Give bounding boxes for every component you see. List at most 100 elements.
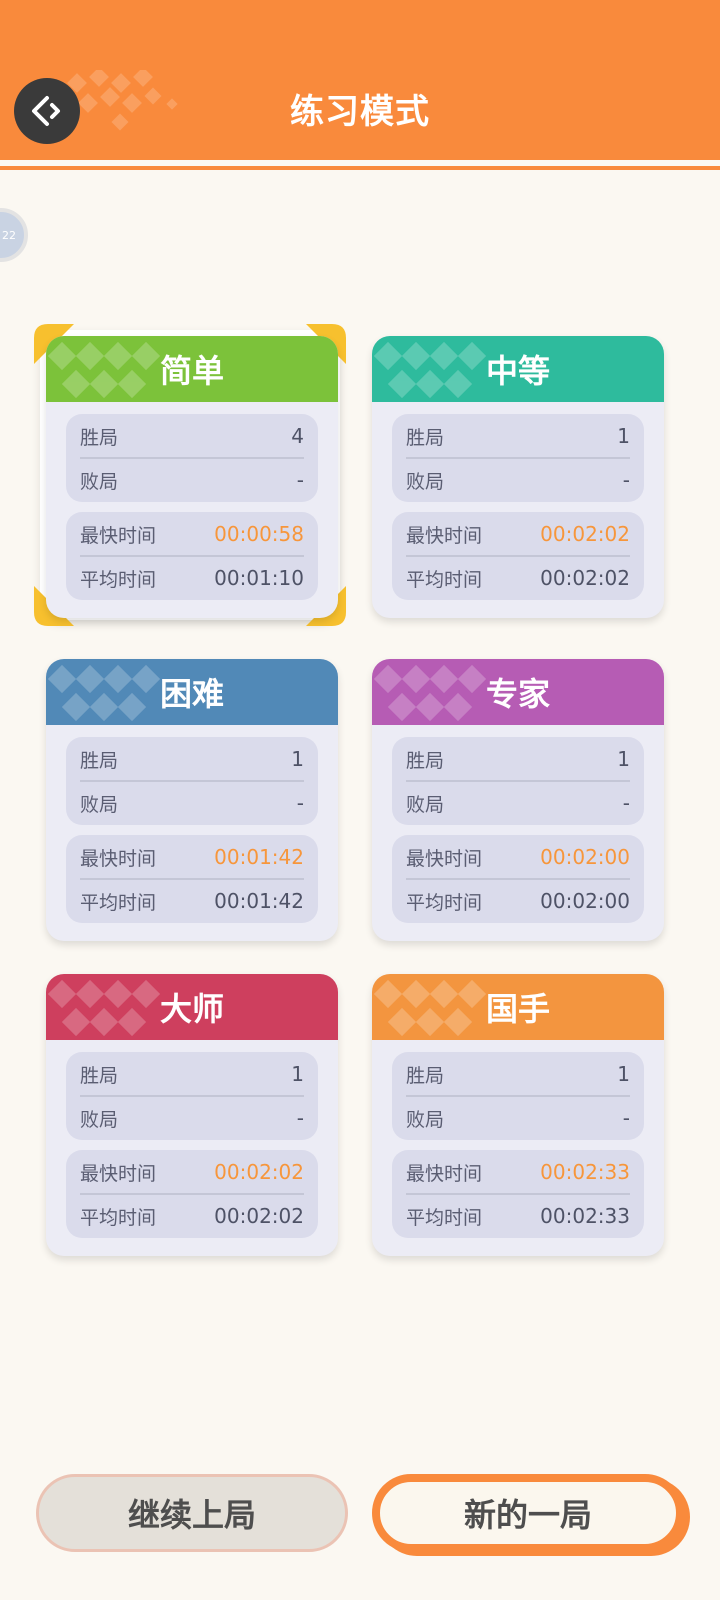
losses-label: 败局 <box>80 470 119 493</box>
fastest-row: 最快时间 00:02:02 <box>406 514 630 554</box>
fastest-value: 00:02:02 <box>540 522 630 546</box>
average-row: 平均时间 00:02:02 <box>406 558 630 598</box>
losses-value: - <box>296 1106 304 1130</box>
losses-label: 败局 <box>406 1108 445 1131</box>
wins-row: 胜局 1 <box>406 416 630 456</box>
difficulty-card[interactable]: 中等 胜局 1 败局 - 最快时间 00:02:02 平均时间 00:02:02 <box>372 336 664 618</box>
wins-value: 4 <box>291 424 304 448</box>
wins-value: 1 <box>617 747 630 771</box>
average-label: 平均时间 <box>406 568 483 591</box>
fastest-value: 00:00:58 <box>214 522 304 546</box>
losses-value: - <box>622 1106 630 1130</box>
losses-value: - <box>622 468 630 492</box>
fastest-value: 00:02:33 <box>540 1160 630 1184</box>
time-box: 最快时间 00:02:33 平均时间 00:02:33 <box>392 1150 644 1238</box>
fastest-row: 最快时间 00:02:00 <box>406 837 630 877</box>
average-value: 00:01:10 <box>214 566 304 590</box>
difficulty-name: 简单 <box>159 352 224 390</box>
average-label: 平均时间 <box>80 891 157 914</box>
losses-row: 败局 - <box>406 460 630 500</box>
average-row: 平均时间 00:02:02 <box>80 1196 304 1236</box>
wins-row: 胜局 1 <box>80 739 304 779</box>
losses-value: - <box>296 791 304 815</box>
fastest-label: 最快时间 <box>80 524 157 547</box>
time-box: 最快时间 00:02:02 平均时间 00:02:02 <box>66 1150 318 1238</box>
stat-divider <box>80 457 304 459</box>
time-box: 最快时间 00:02:00 平均时间 00:02:00 <box>392 835 644 923</box>
wins-label: 胜局 <box>406 426 445 449</box>
difficulty-card-header: 国手 <box>372 974 664 1040</box>
difficulty-card[interactable]: 专家 胜局 1 败局 - 最快时间 00:02:00 平均时间 00:02:00 <box>372 659 664 941</box>
losses-row: 败局 - <box>80 1098 304 1138</box>
losses-row: 败局 - <box>406 1098 630 1138</box>
fastest-row: 最快时间 00:02:02 <box>80 1152 304 1192</box>
average-label: 平均时间 <box>80 1206 157 1229</box>
stat-divider <box>80 555 304 557</box>
average-label: 平均时间 <box>80 568 157 591</box>
stat-divider <box>406 878 630 880</box>
wins-label: 胜局 <box>80 749 119 772</box>
wins-row: 胜局 1 <box>406 1054 630 1094</box>
average-value: 00:02:00 <box>540 889 630 913</box>
difficulty-name: 大师 <box>159 990 224 1028</box>
difficulty-card[interactable]: 困难 胜局 1 败局 - 最快时间 00:01:42 平均时间 00:01:42 <box>46 659 338 941</box>
wins-row: 胜局 1 <box>80 1054 304 1094</box>
losses-row: 败局 - <box>80 460 304 500</box>
difficulty-name: 国手 <box>485 990 550 1028</box>
record-box: 胜局 1 败局 - <box>66 1052 318 1140</box>
record-box: 胜局 1 败局 - <box>66 737 318 825</box>
losses-value: - <box>622 791 630 815</box>
wins-label: 胜局 <box>80 1064 119 1087</box>
wins-row: 胜局 4 <box>80 416 304 456</box>
difficulty-card[interactable]: 大师 胜局 1 败局 - 最快时间 00:02:02 平均时间 00:02:02 <box>46 974 338 1256</box>
time-box: 最快时间 00:01:42 平均时间 00:01:42 <box>66 835 318 923</box>
fastest-value: 00:02:00 <box>540 845 630 869</box>
losses-row: 败局 - <box>406 783 630 823</box>
average-value: 00:01:42 <box>214 889 304 913</box>
record-box: 胜局 4 败局 - <box>66 414 318 502</box>
difficulty-card[interactable]: 简单 胜局 4 败局 - 最快时间 00:00:58 平均时间 00:01:10 <box>46 336 338 618</box>
top-bar: 练习模式 <box>0 0 720 160</box>
stat-divider <box>80 878 304 880</box>
losses-label: 败局 <box>80 793 119 816</box>
difficulty-card-header: 大师 <box>46 974 338 1040</box>
difficulty-card[interactable]: 国手 胜局 1 败局 - 最快时间 00:02:33 平均时间 00:02:33 <box>372 974 664 1256</box>
continue-game-label: 继续上局 <box>127 1496 256 1534</box>
wins-value: 1 <box>617 424 630 448</box>
average-value: 00:02:33 <box>540 1204 630 1228</box>
average-label: 平均时间 <box>406 891 483 914</box>
stat-divider <box>406 457 630 459</box>
average-label: 平均时间 <box>406 1206 483 1229</box>
new-game-label: 新的一局 <box>463 1496 592 1534</box>
difficulty-name: 困难 <box>159 675 224 713</box>
fastest-label: 最快时间 <box>406 1162 483 1185</box>
wins-value: 1 <box>291 1062 304 1086</box>
new-game-button[interactable]: 新的一局 <box>372 1474 684 1552</box>
avatar-text: 22 <box>2 228 16 242</box>
wins-label: 胜局 <box>406 1064 445 1087</box>
avatar[interactable]: 22 <box>0 208 28 262</box>
average-value: 00:02:02 <box>214 1204 304 1228</box>
average-row: 平均时间 00:02:33 <box>406 1196 630 1236</box>
stat-divider <box>406 1193 630 1195</box>
difficulty-name: 专家 <box>485 675 550 713</box>
fastest-label: 最快时间 <box>80 1162 157 1185</box>
difficulty-card-header: 中等 <box>372 336 664 402</box>
average-value: 00:02:02 <box>540 566 630 590</box>
record-box: 胜局 1 败局 - <box>392 1052 644 1140</box>
stat-divider <box>406 780 630 782</box>
average-row: 平均时间 00:02:00 <box>406 881 630 921</box>
wins-label: 胜局 <box>406 749 445 772</box>
stat-divider <box>406 555 630 557</box>
difficulty-card-header: 困难 <box>46 659 338 725</box>
time-box: 最快时间 00:02:02 平均时间 00:02:02 <box>392 512 644 600</box>
difficulty-name: 中等 <box>485 352 550 390</box>
wins-label: 胜局 <box>80 426 119 449</box>
fastest-label: 最快时间 <box>406 524 483 547</box>
continue-game-button[interactable]: 继续上局 <box>36 1474 348 1552</box>
stat-divider <box>80 1193 304 1195</box>
header-divider-line <box>0 166 720 170</box>
wins-value: 1 <box>617 1062 630 1086</box>
losses-label: 败局 <box>80 1108 119 1131</box>
difficulty-card-header: 简单 <box>46 336 338 402</box>
